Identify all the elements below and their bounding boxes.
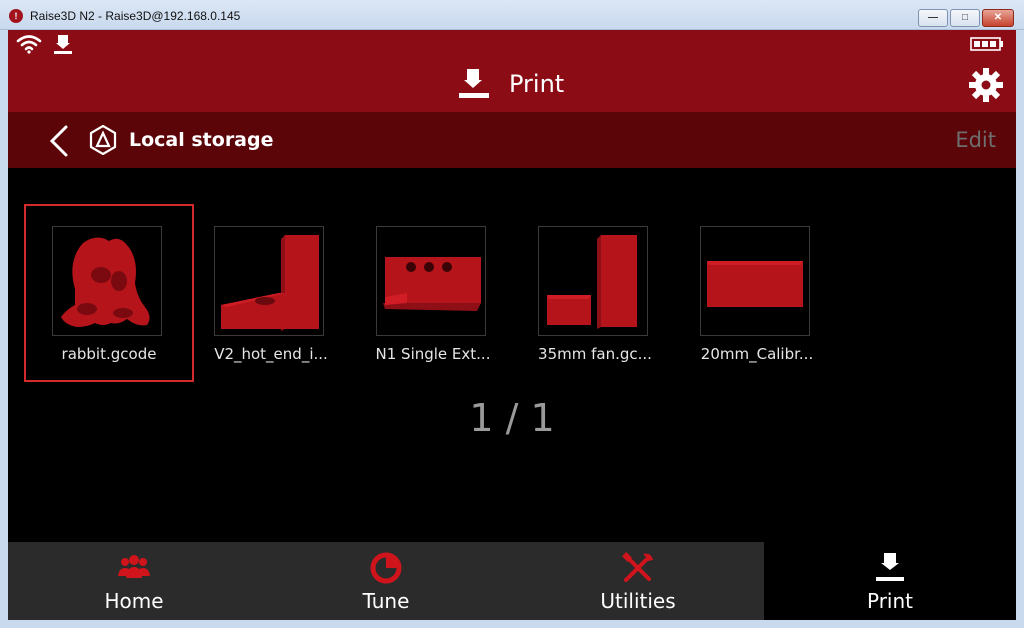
file-card-35mm-fan[interactable]: 35mm fan.gc... bbox=[510, 204, 680, 382]
tune-icon bbox=[370, 552, 402, 584]
window-border-left bbox=[0, 30, 8, 628]
tab-tune[interactable]: Tune bbox=[260, 542, 512, 620]
file-name: rabbit.gcode bbox=[61, 345, 157, 363]
tab-label: Print bbox=[866, 589, 913, 613]
app-icon: ! bbox=[9, 9, 23, 23]
file-card-hot-end[interactable]: V2_hot_end_i... bbox=[186, 204, 356, 382]
rabbit-model-icon bbox=[61, 237, 150, 327]
bottom-nav: Home Tune Utilities Print bbox=[8, 542, 1016, 620]
file-name: 20mm_Calibr... bbox=[700, 345, 814, 363]
file-name: V2_hot_end_i... bbox=[214, 345, 328, 363]
calibration-cube-model-icon bbox=[707, 261, 803, 307]
storage-icon bbox=[89, 125, 117, 155]
wifi-icon bbox=[16, 35, 42, 54]
file-card-20mm-calibration[interactable]: 20mm_Calibr... bbox=[672, 204, 842, 382]
bracket-model-icon bbox=[221, 235, 319, 331]
page-indicator: 1 / 1 bbox=[469, 396, 555, 440]
users-icon bbox=[118, 555, 150, 578]
gear-icon[interactable] bbox=[968, 67, 1004, 103]
tab-print[interactable]: Print bbox=[764, 542, 1016, 620]
tab-home[interactable]: Home bbox=[8, 542, 260, 620]
window-title: Raise3D N2 - Raise3D@192.168.0.145 bbox=[30, 9, 241, 23]
file-grid: rabbit.gcode V2_hot_end_i... N1 Single E… bbox=[8, 168, 1016, 408]
printer-icon bbox=[459, 69, 489, 98]
file-thumbnail bbox=[214, 226, 324, 336]
tab-label: Utilities bbox=[600, 589, 676, 613]
file-thumbnail bbox=[52, 226, 162, 336]
file-thumbnail bbox=[538, 226, 648, 336]
close-button[interactable]: ✕ bbox=[982, 9, 1014, 27]
fan-mount-model-icon bbox=[547, 235, 637, 329]
window-border-bottom bbox=[0, 620, 1024, 628]
minimize-button[interactable]: — bbox=[918, 9, 948, 27]
storage-title: Local storage bbox=[129, 129, 274, 151]
tab-utilities[interactable]: Utilities bbox=[512, 542, 764, 620]
file-thumbnail bbox=[376, 226, 486, 336]
header: Print bbox=[8, 58, 1016, 112]
printer-icon bbox=[876, 553, 904, 581]
battery-icon bbox=[970, 37, 1003, 51]
extruder-model-icon bbox=[383, 257, 481, 311]
maximize-button[interactable]: □ bbox=[950, 9, 980, 27]
tab-label: Home bbox=[104, 589, 164, 613]
file-card-n1-single[interactable]: N1 Single Ext... bbox=[348, 204, 518, 382]
download-icon bbox=[54, 35, 72, 54]
file-card-rabbit[interactable]: rabbit.gcode bbox=[24, 204, 194, 382]
window-titlebar: ! Raise3D N2 - Raise3D@192.168.0.145 — □… bbox=[0, 0, 1024, 30]
page-title: Print bbox=[509, 70, 565, 98]
file-name: N1 Single Ext... bbox=[375, 345, 491, 363]
edit-button[interactable]: Edit bbox=[955, 128, 996, 152]
status-bar bbox=[8, 30, 1016, 58]
window-controls: — □ ✕ bbox=[918, 9, 1014, 27]
tools-icon bbox=[622, 552, 653, 582]
breadcrumb-bar: Local storage Edit bbox=[8, 112, 1016, 168]
app-screen: Print Local storage Edit rabbit.gcode V2… bbox=[8, 30, 1016, 620]
file-thumbnail bbox=[700, 226, 810, 336]
back-icon[interactable] bbox=[46, 125, 70, 157]
file-name: 35mm fan.gc... bbox=[538, 345, 652, 363]
tab-label: Tune bbox=[362, 589, 410, 613]
window-border-right bbox=[1016, 30, 1024, 628]
